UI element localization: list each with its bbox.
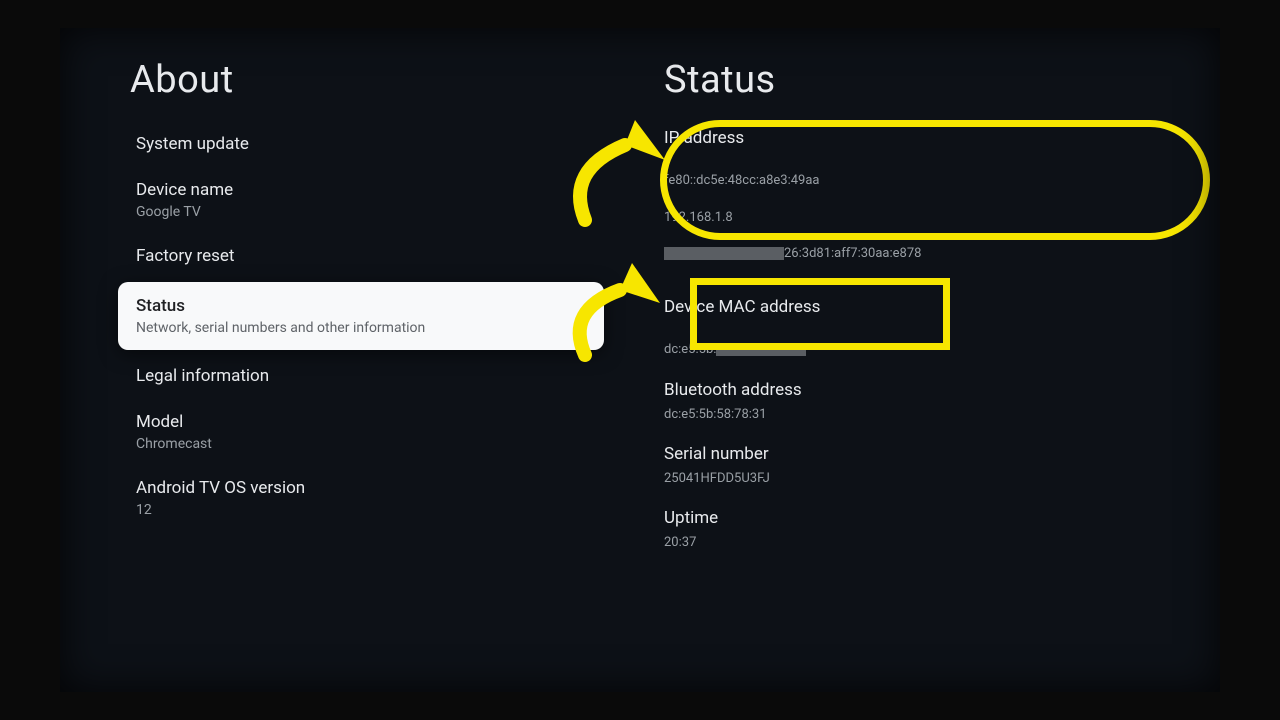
annotation-arrow-icon [555, 110, 705, 250]
status-panel: Status IP address fe80::dc5e:48cc:a8e3:4… [634, 58, 1180, 692]
menu-label: Device name [136, 180, 604, 200]
status-value: fe80::dc5e:48cc:a8e3:49aa 192.168.1.8 26… [664, 154, 1180, 263]
menu-status[interactable]: Status Network, serial numbers and other… [118, 282, 604, 350]
menu-label: Status [136, 296, 586, 316]
ip-line3-suffix: 26:3d81:aff7:30aa:e878 [784, 246, 921, 261]
status-value: dc:e5:5b: [664, 323, 1180, 359]
menu-factory-reset[interactable]: Factory reset [130, 236, 604, 276]
status-mac-address: Device MAC address dc:e5:5b: [664, 297, 1180, 359]
status-title: Status [664, 58, 1180, 102]
menu-sub: Network, serial numbers and other inform… [136, 320, 586, 336]
status-value: 20:37 [664, 534, 1180, 552]
status-ip-address: IP address fe80::dc5e:48cc:a8e3:49aa 192… [664, 128, 1180, 263]
menu-model[interactable]: Model Chromecast [130, 402, 604, 462]
menu-sub: 12 [136, 502, 604, 518]
status-label: Bluetooth address [664, 380, 1180, 400]
menu-legal-information[interactable]: Legal information [130, 356, 604, 396]
redacted-block [716, 343, 806, 356]
menu-sub: Google TV [136, 204, 604, 220]
status-label: Device MAC address [664, 297, 1180, 317]
status-serial-number: Serial number 25041HFDD5U3FJ [664, 444, 1180, 488]
status-label: Uptime [664, 508, 1180, 528]
menu-android-tv-os-version[interactable]: Android TV OS version 12 [130, 468, 604, 528]
about-title: About [130, 58, 604, 102]
status-uptime: Uptime 20:37 [664, 508, 1180, 552]
menu-label: Legal information [136, 366, 604, 386]
menu-device-name[interactable]: Device name Google TV [130, 170, 604, 230]
annotation-arrow-icon [560, 255, 700, 375]
menu-label: System update [136, 134, 604, 154]
menu-label: Model [136, 412, 604, 432]
status-bluetooth-address: Bluetooth address dc:e5:5b:58:78:31 [664, 380, 1180, 424]
menu-sub: Chromecast [136, 436, 604, 452]
menu-label: Factory reset [136, 246, 604, 266]
status-value: 25041HFDD5U3FJ [664, 470, 1180, 488]
status-label: Serial number [664, 444, 1180, 464]
status-label: IP address [664, 128, 1180, 148]
menu-system-update[interactable]: System update [130, 124, 604, 164]
status-value: dc:e5:5b:58:78:31 [664, 406, 1180, 424]
menu-label: Android TV OS version [136, 478, 604, 498]
